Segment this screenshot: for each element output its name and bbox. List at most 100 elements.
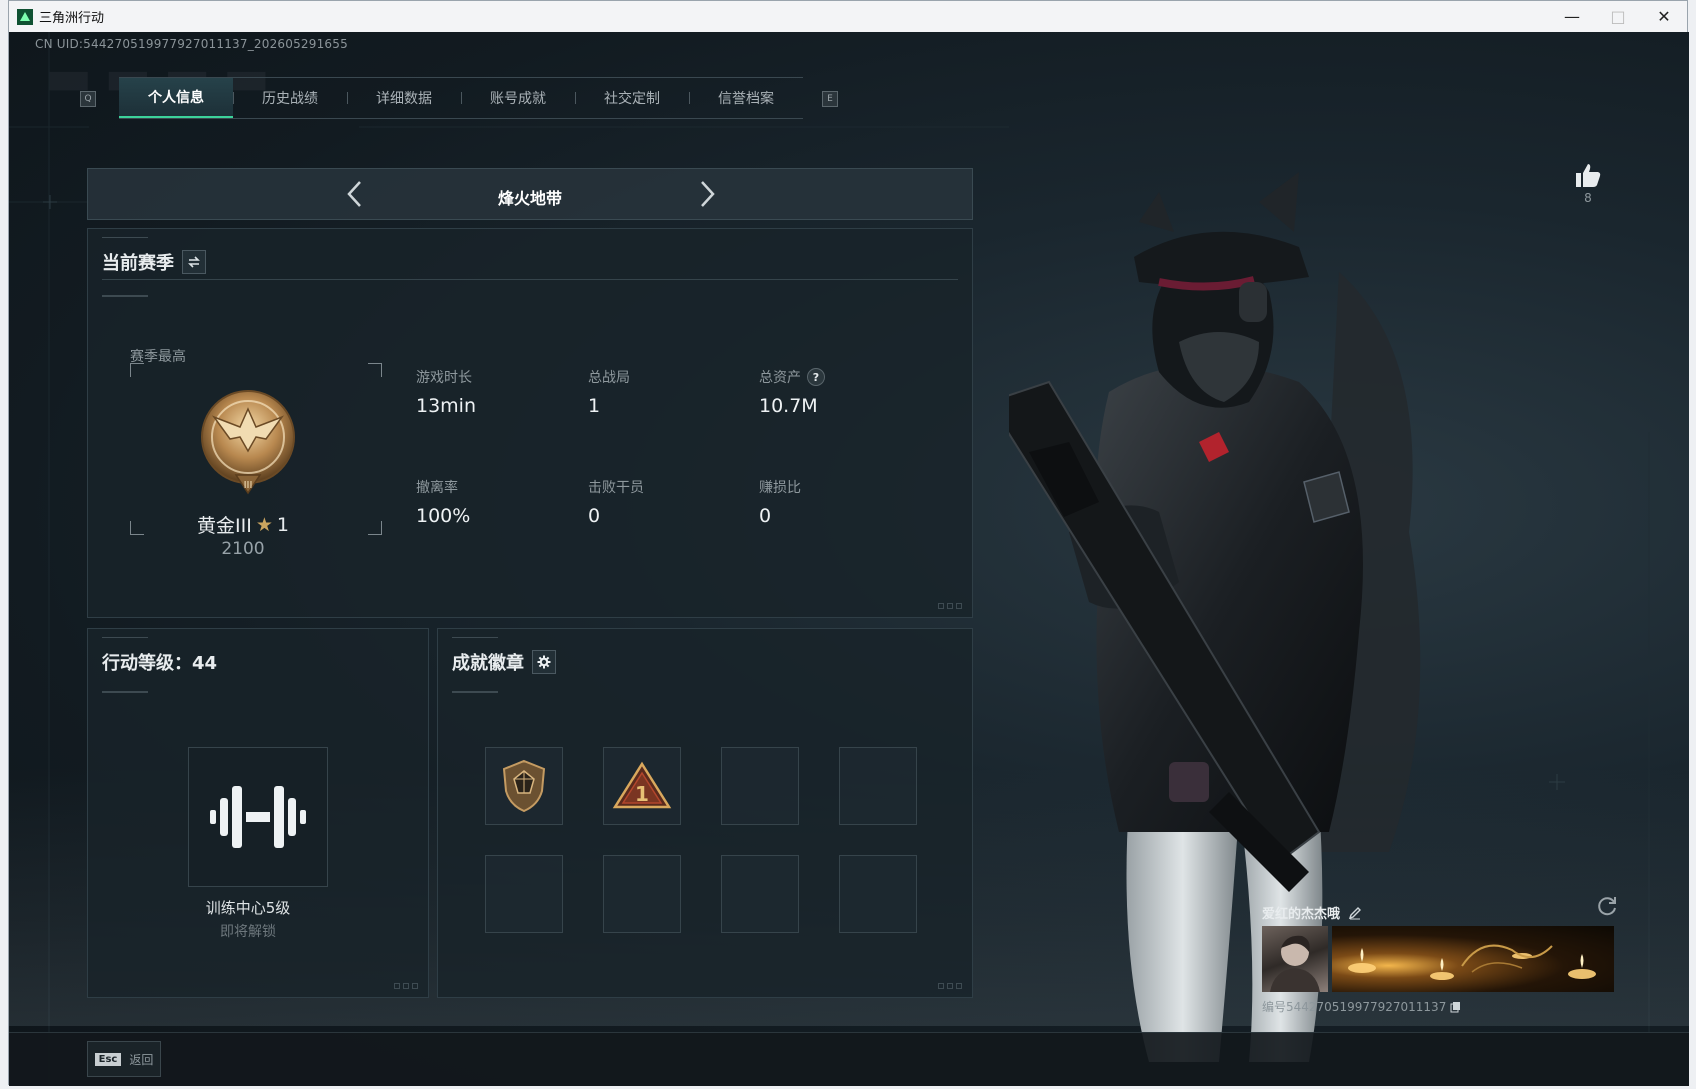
like-button[interactable]: 8 [1573,162,1603,205]
badges-title-text: 成就徽章 [452,653,524,674]
rank-name-text: 黄金III [197,515,252,537]
stat-value: 100% [416,505,471,527]
stat-extract-rate: 撤离率 100% [416,477,566,527]
badge-slot-shield[interactable] [485,747,563,825]
like-count: 8 [1584,191,1592,205]
badge-slot-empty[interactable] [485,855,563,933]
triangle-badge-icon: 1 [612,761,672,809]
level-panel: 行动等级：44 训练中心5级 即将解锁 [87,628,429,998]
bottom-bar: Esc 返回 [9,1032,1689,1086]
rank-stars: 1 [276,513,289,536]
tab-social[interactable]: 社交定制 [575,78,689,118]
dumbbell-icon [210,786,306,848]
panel-decoration [938,983,962,989]
copy-icon[interactable] [1450,1001,1462,1013]
player-profile-card: 爱红的杰杰哦 编号544270519977927011137 [1262,903,1622,1015]
badge-slot-empty[interactable] [839,855,917,933]
back-button[interactable]: Esc 返回 [87,1041,161,1077]
stat-value: 0 [588,505,601,527]
tab-credit[interactable]: 信誉档案 [689,78,803,118]
badge-slot-empty[interactable] [839,747,917,825]
uid-text: CN UID:544270519977927011137_20260529165… [35,37,348,51]
tab-achievements[interactable]: 账号成就 [461,78,575,118]
panel-decoration [102,691,148,693]
stat-total-assets: 总资产 ? 10.7M [759,367,909,417]
title-bar: 三角洲行动 — □ ✕ [9,1,1687,32]
stat-value: 0 [759,505,772,527]
tab-personal-info[interactable]: 个人信息 [119,78,233,118]
badge-slot-empty[interactable] [603,855,681,933]
title-divider [102,279,958,280]
stat-label: 赚损比 [759,480,801,496]
tab-detailed-data[interactable]: 详细数据 [347,78,461,118]
stat-label: 游戏时长 [416,370,472,386]
badge-slot-empty[interactable] [721,747,799,825]
svg-text:1: 1 [635,782,649,806]
help-icon[interactable]: ? [807,368,825,386]
stat-label: 撤离率 [416,480,458,496]
rank-score: 2100 [221,539,265,559]
swap-icon[interactable] [182,250,206,274]
stat-kills: 击败干员 0 [588,477,738,527]
game-window: 三角洲行动 — □ ✕ ▬▬▬▬ CN UID:5442705199779270… [8,0,1689,1086]
player-name-row: 爱红的杰杰哦 [1262,903,1622,922]
badges-panel: 成就徽章 1 [437,628,973,998]
season-title: 当前赛季 [102,249,206,275]
stat-total-matches: 总战局 1 [588,367,738,417]
stat-label-row: 总资产 ? [759,367,909,387]
star-icon: ★ [255,513,273,536]
stat-label: 击败干员 [588,480,644,496]
thumbs-up-icon [1576,164,1601,187]
stat-value: 10.7M [759,395,818,417]
training-center-name: 训练中心5级 [205,899,291,917]
gold-rank-emblem-icon: III [201,390,295,495]
close-icon[interactable]: ✕ [1641,1,1687,32]
panel-decoration [102,237,148,238]
gear-icon[interactable] [532,650,556,674]
player-name: 爱红的杰杰哦 [1262,907,1341,922]
level-title: 行动等级：44 [102,653,218,674]
panel-decoration [938,603,962,609]
window-title: 三角洲行动 [39,11,105,26]
avatar[interactable] [1262,926,1328,992]
mode-name: 烽火地带 [497,189,562,208]
profile-tabs: 个人信息 历史战绩 详细数据 账号成就 社交定制 信誉档案 [119,77,803,119]
unlock-status: 即将解锁 [220,924,276,940]
badges-title: 成就徽章 [452,649,556,675]
esc-key: Esc [94,1052,122,1066]
stat-value: 13min [416,395,477,417]
next-tab-key[interactable]: E [822,91,838,107]
frame-corner [130,363,144,377]
panel-decoration [452,637,498,638]
app-icon [17,8,33,25]
profile-banner[interactable] [1332,926,1614,992]
prev-tab-key[interactable]: Q [80,91,96,107]
maximize-icon[interactable]: □ [1595,1,1641,32]
badge-slot-empty[interactable] [721,855,799,933]
frame-corner [368,363,382,377]
back-label: 返回 [129,1052,154,1067]
training-center-card[interactable] [188,747,328,887]
panel-decoration [102,637,148,638]
panel-decoration [394,983,418,989]
stat-profit-ratio: 赚损比 0 [759,477,909,527]
shield-badge-icon [502,759,546,813]
game-stage: ▬▬▬▬ CN UID:544270519977927011137_202605… [9,32,1689,1086]
stat-value: 1 [588,395,601,417]
stat-play-time: 游戏时长 13min [416,367,566,417]
stat-label: 总资产 [759,370,801,386]
profile-cards [1262,926,1622,992]
player-id: 编号544270519977927011137 [1262,1000,1447,1014]
mode-selector: 烽火地带 [87,168,973,220]
season-title-text: 当前赛季 [102,253,174,274]
season-panel: 当前赛季 赛季最高 III 黄金III ★ 1 2100 游戏时长 13min … [87,228,973,618]
chevron-right-icon[interactable] [692,179,722,209]
rank-name: 黄金III ★ 1 [158,511,328,538]
minimize-icon[interactable]: — [1549,1,1595,32]
panel-decoration [102,295,148,297]
badge-slot-rank-one[interactable]: 1 [603,747,681,825]
stat-label: 总战局 [588,370,630,386]
edit-icon[interactable] [1348,906,1362,920]
tab-history[interactable]: 历史战绩 [233,78,347,118]
player-id-row: 编号544270519977927011137 [1262,998,1622,1015]
